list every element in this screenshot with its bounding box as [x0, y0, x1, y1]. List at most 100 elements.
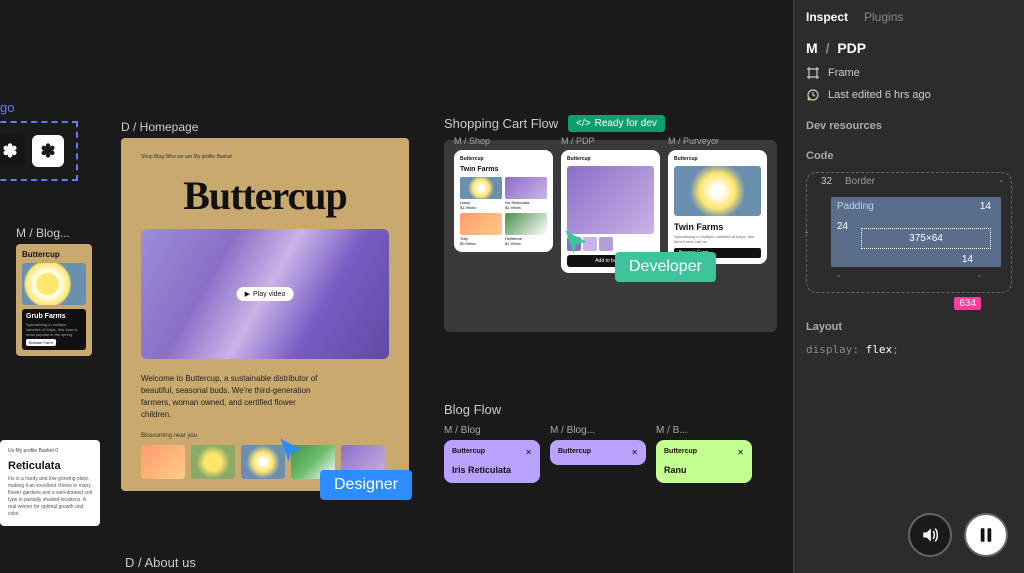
frame-icon: [806, 66, 820, 80]
homepage-title: Buttercup: [141, 172, 389, 219]
blog-card-button: Browse Farm: [26, 339, 56, 346]
border-bottom-left: -: [837, 271, 840, 282]
border-top-value: 32: [821, 176, 832, 187]
designer-cursor-icon: [277, 436, 305, 464]
blog-card-2-wrap: M / Blog... Buttercup ✕: [550, 425, 646, 483]
reticulata-frame[interactable]: Us My profile Basket 0 Reticulata Iris i…: [0, 440, 100, 526]
box-model-diagram[interactable]: 32 Border - - Padding 14 24 375×64 14 - …: [806, 172, 1012, 293]
designer-cursor-label: Designer: [320, 470, 412, 500]
breadcrumb[interactable]: M / PDP: [806, 40, 1012, 56]
hellebore-image: [505, 213, 547, 235]
blog-card-title: Grub Farms: [26, 313, 82, 320]
border-bottom-right: -: [978, 271, 981, 282]
blog-card-2-brand: Buttercup: [558, 448, 591, 455]
shop-grid: Daisy $1.99/ea Iris Reticulata $1.99/ea …: [460, 177, 547, 246]
layout-header[interactable]: Layout: [806, 321, 1012, 333]
history-icon: [806, 88, 820, 102]
logo-frame[interactable]: ✽ ✽: [0, 121, 78, 181]
shop-brand: Buttercup: [460, 156, 547, 162]
homepage-nav: Shop Blog Who we are My profile Basket: [141, 154, 389, 160]
blog-card-1-title: Iris Reticulata: [452, 465, 532, 475]
play-icon: ▶: [245, 290, 250, 298]
code-header[interactable]: Code: [806, 150, 1012, 162]
thumb-1: [141, 445, 185, 479]
phone-purveyor-label: M / Purveyor: [668, 136, 719, 146]
reticulata-title: Reticulata: [8, 460, 92, 472]
phone-purveyor[interactable]: Buttercup Twin Farms Specializing in mul…: [668, 150, 767, 264]
purveyor-brand: Buttercup: [674, 156, 761, 162]
blog-card-1-wrap: M / Blog Buttercup ✕ Iris Reticulata: [444, 425, 540, 483]
phone-shop-label: M / Shop: [454, 136, 490, 146]
phone-shop[interactable]: Buttercup Twin Farms Daisy $1.99/ea Iris…: [454, 150, 553, 252]
close-icon: ✕: [631, 448, 638, 457]
logo-light-swatch: ✽: [32, 135, 64, 167]
code-icon: </>: [576, 118, 590, 129]
badge-text: Ready for dev: [595, 118, 657, 129]
pdp-brand: Buttercup: [567, 156, 654, 162]
purveyor-title: Twin Farms: [674, 222, 761, 232]
phone-purveyor-wrap: M / Purveyor Buttercup Twin Farms Specia…: [668, 150, 767, 322]
cart-flow-frame[interactable]: M / Shop Buttercup Twin Farms Daisy $1.9…: [444, 140, 777, 332]
blog-card-3-wrap: M / B... Buttercup ✕ Ranu: [656, 425, 752, 483]
ready-for-dev-badge[interactable]: </> Ready for dev: [568, 115, 665, 132]
item-price: $1.99/ea: [505, 205, 547, 210]
reticulata-nav: Us My profile Basket 0: [8, 448, 92, 454]
speaker-icon: [920, 525, 940, 545]
inspect-panel: Inspect Plugins M / PDP Frame Last edite…: [793, 0, 1024, 573]
frame-type-label: Frame: [828, 67, 860, 79]
blog-card-1[interactable]: Buttercup ✕ Iris Reticulata: [444, 440, 540, 483]
blog-card-3-label: M / B...: [656, 425, 752, 436]
padding-bottom-value: 14: [962, 254, 973, 265]
shop-item-2: Iris Reticulata $1.99/ea: [505, 177, 547, 210]
tab-inspect[interactable]: Inspect: [806, 10, 848, 24]
homepage-subhead: Blossoming near you: [141, 433, 389, 439]
padding-label: Padding: [837, 201, 874, 212]
border-label: Border: [845, 176, 875, 187]
blog-card-2[interactable]: Buttercup ✕: [550, 440, 646, 465]
blog-card-1-brand: Buttercup: [452, 448, 485, 455]
developer-cursor-icon: [562, 228, 590, 256]
design-canvas[interactable]: go ✽ ✽ M / Blog... Buttercup Grub Farms …: [0, 0, 793, 573]
homepage-frame[interactable]: Shop Blog Who we are My profile Basket B…: [121, 138, 409, 491]
frame-type-row: Frame: [806, 66, 1012, 80]
homepage-tagline: Welcome to Buttercup, a sustainable dist…: [141, 373, 327, 421]
pdp-hero-image: [567, 166, 654, 234]
tulip-image: [460, 213, 502, 235]
sound-button[interactable]: [908, 513, 952, 557]
pause-button[interactable]: [964, 513, 1008, 557]
media-controls: [908, 513, 1008, 557]
padding-box: Padding 14 24 375×64 14: [831, 197, 1001, 267]
cart-flow-label: Shopping Cart Flow: [444, 116, 558, 131]
tab-plugins[interactable]: Plugins: [864, 10, 903, 24]
thumb-2: [191, 445, 235, 479]
border-bottom-row: - -: [817, 271, 1001, 282]
shop-item-3: Tulip $0.99/ea: [460, 213, 502, 246]
last-edited-text: Last edited 6 hrs ago: [828, 89, 931, 101]
code-display-line[interactable]: display: flex;: [806, 343, 1012, 356]
blog-thumb-label: M / Blog...: [16, 226, 92, 240]
logo-frame-label: go: [0, 100, 78, 115]
blog-thumb-brand: Buttercup: [22, 250, 86, 259]
blog-flow-section: Blog Flow M / Blog Buttercup ✕ Iris Reti…: [444, 402, 752, 483]
padding-top-value: 14: [980, 201, 991, 212]
iris-image: [505, 177, 547, 199]
crumb-current: PDP: [837, 40, 866, 56]
panel-tabs: Inspect Plugins: [806, 10, 1012, 24]
blog-flow-label: Blog Flow: [444, 402, 752, 417]
close-icon: ✕: [737, 448, 744, 457]
crumb-separator: /: [826, 40, 830, 56]
shop-heading: Twin Farms: [460, 166, 547, 173]
daisy-image: [460, 177, 502, 199]
play-video-button: ▶ Play video: [237, 287, 294, 301]
close-icon: ✕: [525, 448, 532, 457]
dev-resources-header[interactable]: Dev resources: [806, 120, 1012, 132]
purveyor-image: [674, 166, 761, 216]
margin-left-value: -: [805, 227, 808, 238]
logo-dark-swatch: ✽: [0, 135, 26, 167]
blog-thumb-frame[interactable]: Buttercup Grub Farms Specializing in mul…: [16, 244, 92, 356]
blog-flow-cards: M / Blog Buttercup ✕ Iris Reticulata M /…: [444, 425, 752, 483]
crumb-parent: M: [806, 40, 818, 56]
phone-shop-wrap: M / Shop Buttercup Twin Farms Daisy $1.9…: [454, 150, 553, 322]
homepage-section: D / Homepage Shop Blog Who we are My pro…: [121, 120, 409, 491]
blog-card-3[interactable]: Buttercup ✕ Ranu: [656, 440, 752, 483]
